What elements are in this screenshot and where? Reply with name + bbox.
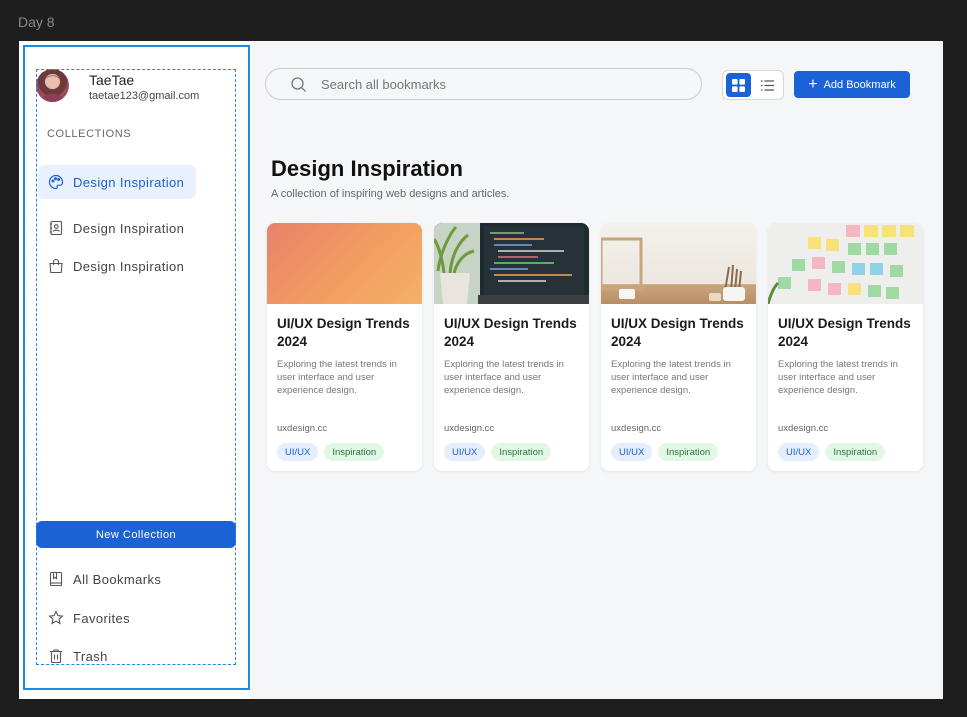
card-domain: uxdesign.cc <box>611 423 662 434</box>
card-thumbnail <box>768 223 923 304</box>
card-thumbnail <box>434 223 589 304</box>
sidebar-item-all-bookmarks[interactable]: All Bookmarks <box>38 562 161 596</box>
card-description: Exploring the latest trends in user inte… <box>778 359 898 396</box>
grid-view-button[interactable] <box>726 73 751 97</box>
sidebar-collection-design-inspiration[interactable]: Design Inspiration <box>38 165 196 199</box>
tag-inspiration[interactable]: Inspiration <box>324 443 385 461</box>
sidebar-collection-design-inspiration-2[interactable]: Design Inspiration <box>38 211 184 245</box>
sidebar-item-trash[interactable]: Trash <box>38 639 108 673</box>
tag-uiux[interactable]: UI/UX <box>444 443 486 461</box>
sidebar-item-label: Favorites <box>73 610 131 626</box>
search-input[interactable] <box>321 76 661 92</box>
card-thumbnail <box>267 223 422 304</box>
contact-book-icon <box>48 220 64 236</box>
list-view-button[interactable] <box>755 73 780 97</box>
grid-icon <box>732 78 745 92</box>
main-content: + Add Bookmark Design Inspiration A coll… <box>251 41 943 699</box>
sidebar-item-label: Design Inspiration <box>73 220 185 236</box>
star-icon <box>48 610 64 626</box>
user-email: taetae123@gmail.com <box>89 90 200 102</box>
card-title: UI/UX Design Trends 2024 <box>611 316 744 349</box>
tag-uiux[interactable]: UI/UX <box>778 443 820 461</box>
page-description: A collection of inspiring web designs an… <box>271 188 510 200</box>
plus-icon: + <box>808 75 818 93</box>
bookmark-card[interactable]: UI/UX Design Trends 2024 Exploring the l… <box>267 223 422 471</box>
card-title: UI/UX Design Trends 2024 <box>778 316 911 349</box>
collections-heading: COLLECTIONS <box>47 128 132 140</box>
palette-icon <box>48 174 64 190</box>
card-description: Exploring the latest trends in user inte… <box>444 359 564 396</box>
avatar[interactable] <box>36 69 69 102</box>
add-bookmark-button[interactable]: + Add Bookmark <box>794 71 910 98</box>
card-domain: uxdesign.cc <box>277 423 328 434</box>
sidebar: TaeTae taetae123@gmail.com COLLECTIONS D… <box>19 41 251 699</box>
tag-inspiration[interactable]: Inspiration <box>491 443 552 461</box>
new-collection-button[interactable]: New Collection <box>36 521 236 548</box>
shopping-bag-icon <box>48 258 64 274</box>
sidebar-item-label: Design Inspiration <box>73 258 185 274</box>
bookmark-card[interactable]: UI/UX Design Trends 2024 Exploring the l… <box>434 223 589 471</box>
bookmark-card[interactable]: UI/UX Design Trends 2024 Exploring the l… <box>601 223 756 471</box>
list-icon <box>761 79 774 91</box>
app-frame: TaeTae taetae123@gmail.com COLLECTIONS D… <box>19 41 943 699</box>
add-bookmark-label: Add Bookmark <box>823 78 896 91</box>
card-domain: uxdesign.cc <box>444 423 495 434</box>
card-title: UI/UX Design Trends 2024 <box>444 316 577 349</box>
tag-inspiration[interactable]: Inspiration <box>658 443 719 461</box>
card-title: UI/UX Design Trends 2024 <box>277 316 410 349</box>
card-tags: UI/UX Inspiration <box>778 443 886 461</box>
tag-uiux[interactable]: UI/UX <box>277 443 319 461</box>
trash-icon <box>48 648 64 664</box>
page-title: Design Inspiration <box>271 156 463 181</box>
card-domain: uxdesign.cc <box>778 423 829 434</box>
search-bar[interactable] <box>265 68 702 100</box>
search-icon <box>291 76 307 92</box>
bookmark-card[interactable]: UI/UX Design Trends 2024 Exploring the l… <box>768 223 923 471</box>
card-description: Exploring the latest trends in user inte… <box>277 359 397 396</box>
tag-inspiration[interactable]: Inspiration <box>825 443 886 461</box>
sidebar-item-label: Design Inspiration <box>73 174 185 190</box>
card-tags: UI/UX Inspiration <box>277 443 385 461</box>
sidebar-item-label: Trash <box>73 648 108 664</box>
tag-uiux[interactable]: UI/UX <box>611 443 653 461</box>
view-toggle <box>722 70 784 100</box>
sidebar-item-label: All Bookmarks <box>73 571 162 587</box>
sidebar-item-favorites[interactable]: Favorites <box>38 601 130 635</box>
frame-label: Day 8 <box>18 14 55 30</box>
card-tags: UI/UX Inspiration <box>444 443 552 461</box>
card-thumbnail <box>601 223 756 304</box>
sidebar-collection-design-inspiration-3[interactable]: Design Inspiration <box>38 249 184 283</box>
card-description: Exploring the latest trends in user inte… <box>611 359 731 396</box>
card-tags: UI/UX Inspiration <box>611 443 719 461</box>
user-name: TaeTae <box>89 72 135 88</box>
bookmark-book-icon <box>48 571 64 587</box>
